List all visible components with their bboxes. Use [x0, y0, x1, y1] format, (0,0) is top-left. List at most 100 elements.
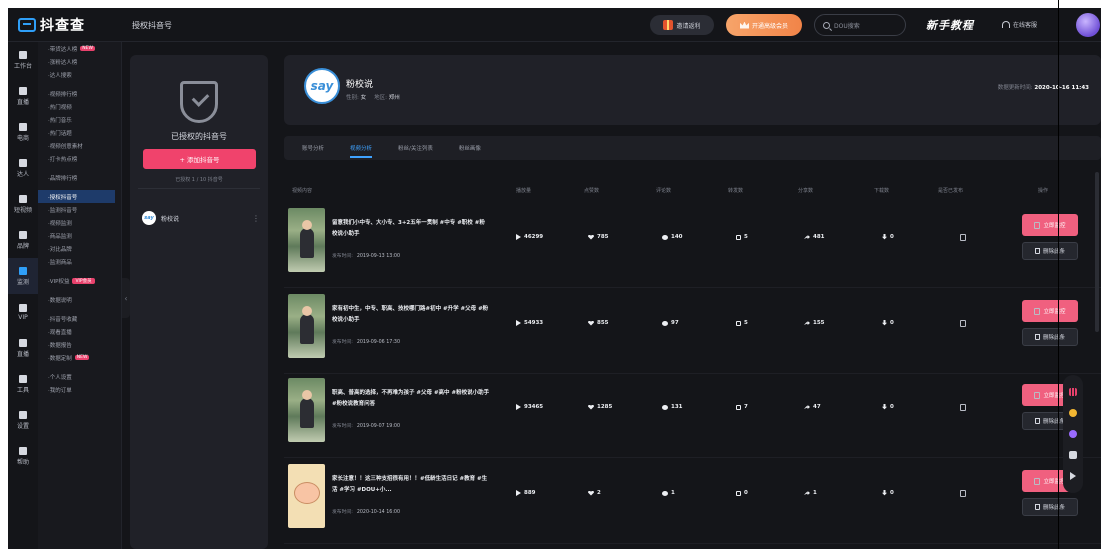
- monitor-button[interactable]: 立即监控: [1022, 214, 1078, 236]
- add-account-button[interactable]: + 添加抖音号: [143, 149, 256, 169]
- customer-service-link[interactable]: 在线客服: [1002, 20, 1037, 29]
- likes-cell: 1285: [588, 404, 612, 410]
- heart-icon[interactable]: [1069, 429, 1077, 438]
- play-icon: [516, 490, 521, 496]
- subnav-item[interactable]: ·数据定制 NEW: [38, 351, 121, 364]
- subnav-item[interactable]: ·打卡热点榜: [38, 152, 121, 165]
- reposts-cell: 7: [736, 404, 748, 410]
- more-icon[interactable]: ⋮: [252, 214, 260, 223]
- subnav-item[interactable]: ·热门视频: [38, 100, 121, 113]
- tab-1[interactable]: 视频分析: [342, 136, 390, 160]
- lock-icon[interactable]: [1069, 451, 1077, 460]
- shares-cell: 481: [804, 234, 824, 240]
- nav-item-5[interactable]: 品牌: [8, 222, 38, 258]
- subnav-item[interactable]: ·涨粉达人榜: [38, 55, 121, 68]
- video-thumbnail[interactable]: [288, 464, 325, 528]
- subnav-item[interactable]: ·热门话题: [38, 126, 121, 139]
- tab-3[interactable]: 粉丝画像: [451, 136, 499, 160]
- logo-icon: [18, 18, 36, 32]
- plays-cell: 54933: [516, 320, 543, 326]
- account-list-item[interactable]: say 粉校说 ⋮: [142, 211, 260, 225]
- gift-icon: [663, 20, 674, 30]
- subnav-item[interactable]: ·监测商品: [38, 255, 121, 268]
- subnav-item[interactable]: ·个人设置: [38, 370, 121, 383]
- subnav-item-label: ·品牌排行榜: [48, 175, 78, 182]
- monitor-button[interactable]: 立即监控: [1022, 300, 1078, 322]
- subnav-item[interactable]: ·抖音号收藏: [38, 312, 121, 325]
- vip-upgrade-button[interactable]: 开通高级会员: [726, 14, 802, 36]
- trash-icon: [1034, 504, 1040, 510]
- video-title[interactable]: 职高、普高的选择，不再难为孩子 #父母 #高中 #粉校说小助手 #粉校说教育问答: [332, 388, 490, 410]
- subnav-item[interactable]: ·视频监测: [38, 216, 121, 229]
- subnav-item[interactable]: ·达人搜索: [38, 68, 121, 81]
- delete-button[interactable]: 删除此条: [1022, 498, 1078, 516]
- table-row: 职高、普高的选择，不再难为孩子 #父母 #高中 #粉校说小助手 #粉校说教育问答…: [284, 374, 1101, 458]
- comments-value: 131: [671, 404, 683, 410]
- nav-item-2[interactable]: 电商: [8, 114, 38, 150]
- top-bar: 抖查查 授权抖音号 邀请返利 开通高级会员 DOU搜索 新手教程 在线客服: [8, 8, 1101, 42]
- nav-item-3[interactable]: 达人: [8, 150, 38, 186]
- video-title[interactable]: 留意我们小中专、大小专、3+2五年一贯制 #中专 #职校 #粉校说小助手: [332, 218, 490, 240]
- document-icon: [960, 490, 966, 497]
- subnav-item[interactable]: ·视频创意素材: [38, 139, 121, 152]
- logo[interactable]: 抖查查: [18, 15, 85, 35]
- subnav-item[interactable]: ·热门音乐: [38, 113, 121, 126]
- subnav-tag-badge: VIP会员: [72, 277, 95, 284]
- coin-icon[interactable]: [1069, 408, 1077, 417]
- scrollbar[interactable]: [1095, 172, 1099, 332]
- row-divider: [284, 287, 1101, 288]
- subnav-item[interactable]: ·数据报告: [38, 338, 121, 351]
- subnav-item[interactable]: ·对比品牌: [38, 242, 121, 255]
- subnav-item[interactable]: ·监测抖音号: [38, 203, 121, 216]
- delete-button[interactable]: 删除此条: [1022, 242, 1078, 260]
- nav-item-11[interactable]: 帮助: [8, 438, 38, 474]
- user-avatar[interactable]: [1076, 13, 1100, 37]
- help-icon: [19, 446, 27, 455]
- divider-line: [1058, 0, 1059, 549]
- subnav-item[interactable]: ·视频排行榜: [38, 87, 121, 100]
- nav-item-0[interactable]: 工作台: [8, 42, 38, 78]
- nav-item-10[interactable]: 设置: [8, 402, 38, 438]
- subnav-item[interactable]: ·带货达人榜 NEW: [38, 42, 121, 55]
- tab-0[interactable]: 账号分析: [294, 136, 342, 160]
- nav-item-8[interactable]: 直播: [8, 330, 38, 366]
- nav-item-7[interactable]: VIP: [8, 294, 38, 330]
- delete-button[interactable]: 删除此条: [1022, 328, 1078, 346]
- vip-upgrade-label: 开通高级会员: [751, 22, 788, 30]
- nav-item-6[interactable]: 监测: [8, 258, 38, 294]
- thumbnail-person: [300, 398, 314, 428]
- video-thumbnail[interactable]: [288, 208, 325, 272]
- subnav-item-label: ·授权抖音号: [48, 194, 78, 201]
- video-title[interactable]: 家长注意！！这三种支招很有用！！#低龄生活日记 #教育 #生活 #学习 #DOU…: [332, 474, 490, 496]
- accounts-panel-title: 已授权的抖音号: [171, 132, 227, 141]
- plays-cell: 889: [516, 490, 535, 496]
- likes-cell: 2: [588, 490, 601, 496]
- subnav-item[interactable]: ·数据说明: [38, 293, 121, 306]
- heart-icon: [588, 234, 594, 240]
- video-thumbnail[interactable]: [288, 378, 325, 442]
- subnav-item[interactable]: ·我的订单: [38, 383, 121, 396]
- subnav-item[interactable]: ·品牌排行榜: [38, 171, 121, 184]
- subnav-item[interactable]: ·授权抖音号: [38, 190, 115, 203]
- nav-item-label: VIP: [18, 313, 28, 321]
- trash-icon: [1034, 248, 1040, 254]
- search-input[interactable]: DOU搜索: [814, 14, 906, 36]
- nav-item-1[interactable]: 直播: [8, 78, 38, 114]
- video-thumbnail[interactable]: [288, 294, 325, 358]
- nav-item-9[interactable]: 工具: [8, 366, 38, 402]
- profile-name: 粉校说: [346, 80, 374, 90]
- video-title[interactable]: 家有初中生，中专、职高、技校哪门路#初中 #升学 #父母 #粉校说小助手: [332, 304, 490, 326]
- nav-item-4[interactable]: 短视频: [8, 186, 38, 222]
- play-icon[interactable]: [1070, 472, 1076, 481]
- region-field: 地区: 郑州: [374, 95, 400, 101]
- tab-2[interactable]: 粉丝/关注列表: [390, 136, 451, 160]
- bar-chart-icon[interactable]: [1069, 387, 1077, 396]
- subnav-item-label: ·达人搜索: [48, 72, 72, 79]
- subnav-item[interactable]: ·观看直播: [38, 325, 121, 338]
- subnav-item[interactable]: ·VIP权益 VIP会员: [38, 274, 121, 287]
- collapse-sidebar-handle[interactable]: ‹: [122, 278, 130, 318]
- subnav-item[interactable]: ·商品监测: [38, 229, 121, 242]
- invite-button[interactable]: 邀请返利: [650, 15, 714, 35]
- subnav-item-label: ·热门视频: [48, 104, 72, 111]
- tutorial-link[interactable]: 新手教程: [926, 17, 974, 33]
